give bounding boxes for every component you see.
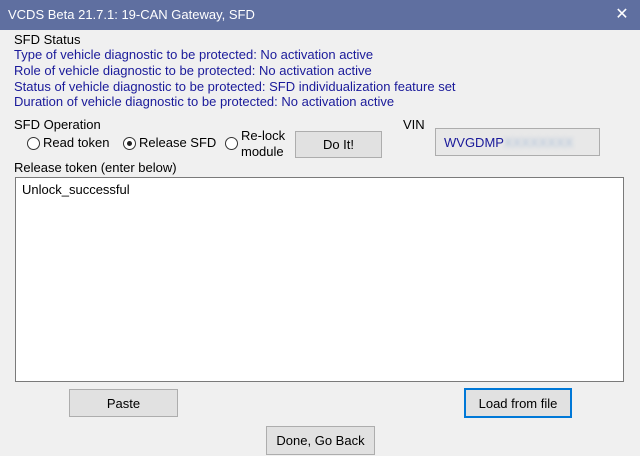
radio-read-token-label: Read token bbox=[43, 135, 110, 150]
radio-relock-line2: module bbox=[241, 144, 284, 159]
status-line-role: Role of vehicle diagnostic to be protect… bbox=[14, 63, 372, 78]
radio-circle[interactable] bbox=[225, 137, 238, 150]
do-it-button[interactable]: Do It! bbox=[295, 131, 382, 158]
radio-release-sfd[interactable]: Release SFD bbox=[123, 135, 216, 150]
release-token-input[interactable]: Unlock_successful bbox=[15, 177, 624, 382]
status-line-duration: Duration of vehicle diagnostic to be pro… bbox=[14, 94, 395, 109]
radio-circle-selected[interactable] bbox=[123, 137, 136, 150]
status-line-status: Status of vehicle diagnostic to be prote… bbox=[14, 79, 456, 94]
radio-relock-module[interactable]: Re-lock module bbox=[225, 128, 285, 160]
done-go-back-button[interactable]: Done, Go Back bbox=[266, 426, 375, 455]
vin-field: WVGDMP XXXXXXXX bbox=[435, 128, 600, 156]
close-icon[interactable]: ✕ bbox=[604, 0, 640, 30]
radio-circle[interactable] bbox=[27, 137, 40, 150]
dialog-body: SFD Status Type of vehicle diagnostic to… bbox=[0, 30, 640, 456]
vin-value: WVGDMP bbox=[444, 134, 504, 150]
paste-button[interactable]: Paste bbox=[69, 389, 178, 417]
radio-release-sfd-label: Release SFD bbox=[139, 135, 217, 150]
sfd-status-heading: SFD Status bbox=[14, 32, 81, 47]
radio-relock-module-label: Re-lock module bbox=[241, 128, 285, 160]
vin-obscured-part: XXXXXXXX bbox=[503, 134, 574, 150]
load-from-file-button[interactable]: Load from file bbox=[464, 388, 572, 418]
radio-relock-line1: Re-lock bbox=[241, 128, 286, 143]
title-bar: VCDS Beta 21.7.1: 19-CAN Gateway, SFD ✕ bbox=[0, 0, 640, 30]
vin-label: VIN bbox=[403, 117, 425, 132]
release-token-label: Release token (enter below) bbox=[14, 160, 177, 175]
status-line-type: Type of vehicle diagnostic to be protect… bbox=[14, 47, 374, 62]
radio-read-token[interactable]: Read token bbox=[27, 135, 110, 150]
window-title: VCDS Beta 21.7.1: 19-CAN Gateway, SFD bbox=[8, 7, 255, 22]
sfd-operation-heading: SFD Operation bbox=[14, 117, 101, 132]
